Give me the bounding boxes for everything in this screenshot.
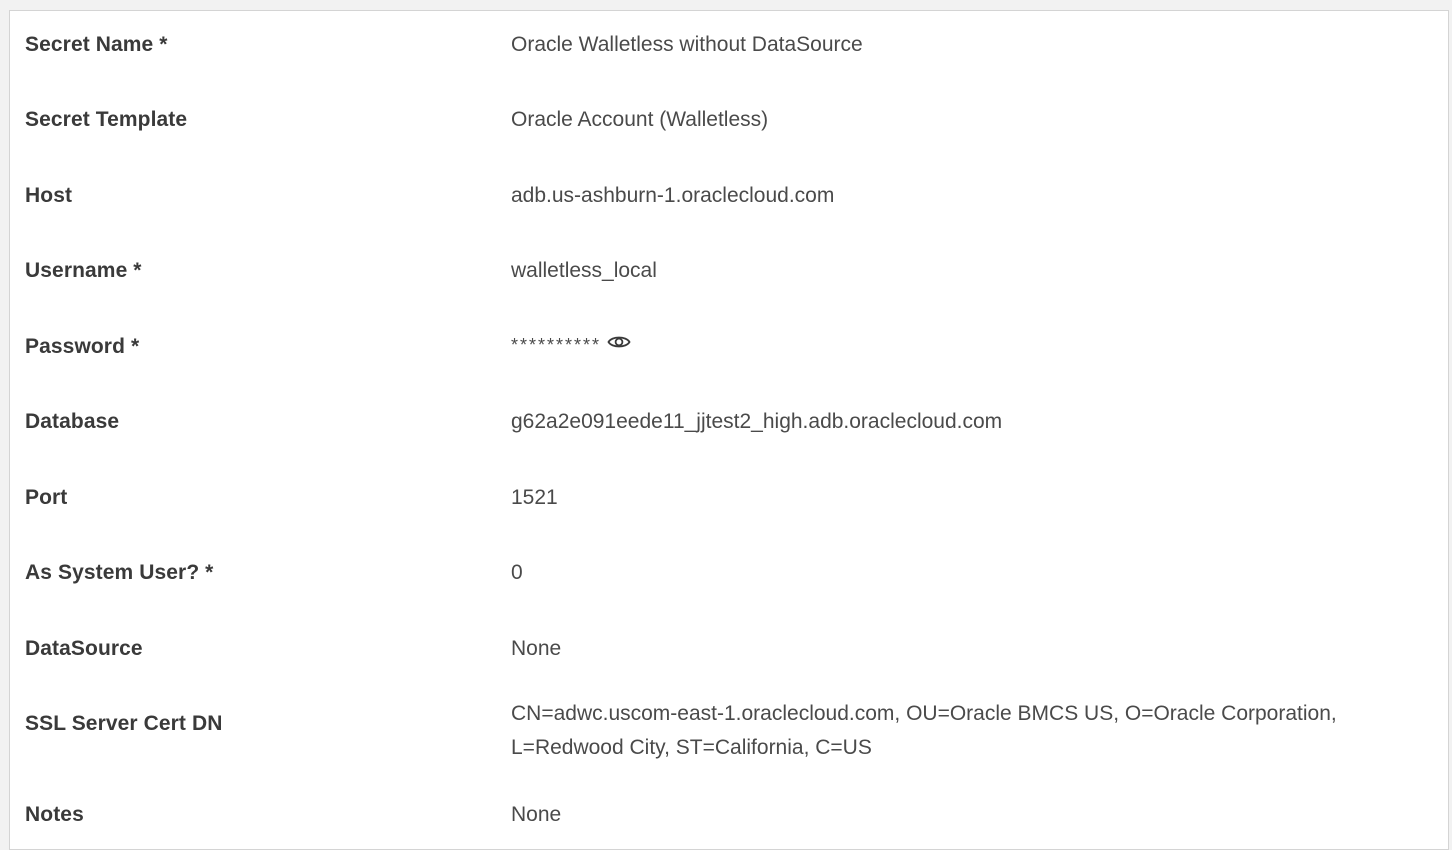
value-line: L=Redwood City, ST=California, C=US — [511, 736, 872, 759]
field-label: Port — [25, 486, 68, 509]
field-label: SSL Server Cert DN — [25, 712, 223, 735]
field-label: Database — [25, 410, 120, 433]
field-value: g62a2e091eede11_jjtest2_high.adb.oraclec… — [511, 410, 1003, 433]
field-label: DataSource — [25, 637, 143, 660]
field-value: 1521 — [511, 486, 558, 509]
masked-password: ********** — [511, 334, 602, 355]
field-value: None — [511, 637, 562, 660]
field-label: Secret Name * — [25, 33, 168, 56]
field-value: None — [511, 803, 562, 826]
password-value: ********** — [511, 333, 1430, 357]
eye-icon[interactable] — [607, 333, 631, 357]
field-label: As System User? * — [25, 561, 214, 584]
field-value: Oracle Walletless without DataSource — [511, 33, 863, 56]
field-label: Secret Template — [25, 108, 188, 131]
field-label: Password * — [25, 335, 140, 358]
field-value: walletless_local — [511, 259, 657, 282]
field-value: adb.us-ashburn-1.oraclecloud.com — [511, 184, 835, 207]
field-label: Notes — [25, 803, 84, 826]
value-line: CN=adwc.uscom-east-1.oraclecloud.com, OU… — [511, 702, 1337, 725]
field-value: CN=adwc.uscom-east-1.oraclecloud.com, OU… — [511, 697, 1430, 765]
field-label: Host — [25, 184, 73, 207]
secret-details-panel: Secret Name * Oracle Walletless without … — [9, 10, 1449, 850]
field-label: Username * — [25, 259, 142, 282]
field-value: Oracle Account (Walletless) — [511, 108, 769, 131]
field-value: 0 — [511, 561, 523, 584]
